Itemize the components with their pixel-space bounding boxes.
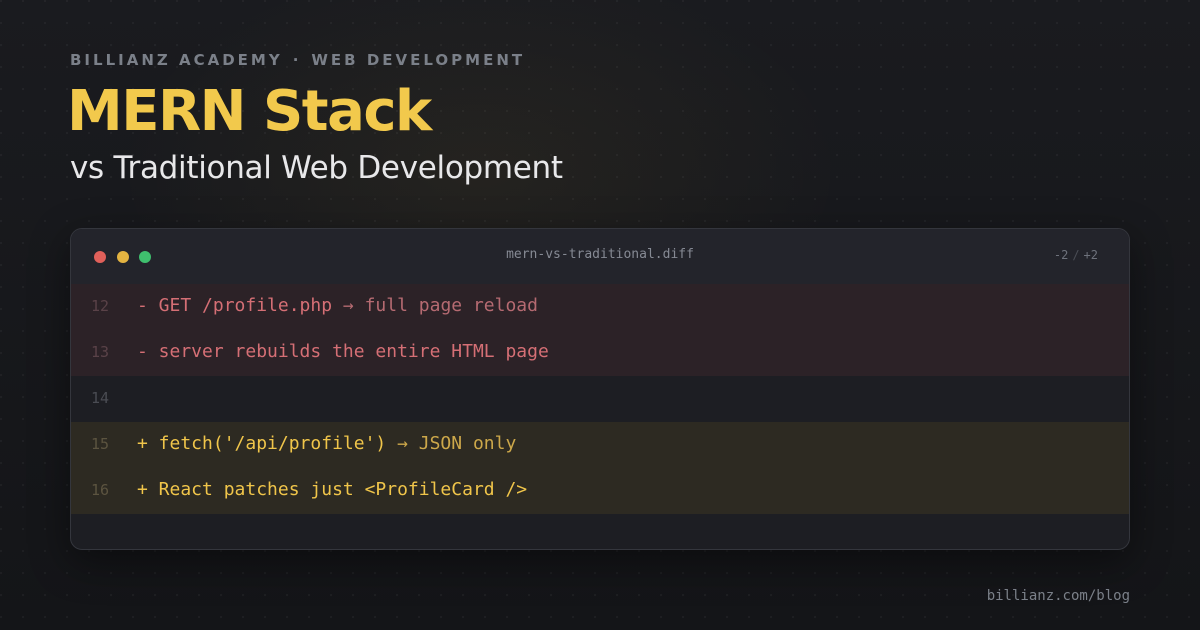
- eyebrow: BILLIANZ ACADEMY · WEB DEVELOPMENT: [70, 51, 525, 69]
- line-annotation: → full page reload: [332, 295, 538, 316]
- line-code: - GET /profile.php → full page reload: [137, 295, 538, 316]
- code-window: mern-vs-traditional.diff -2/+2 12 - GET …: [70, 228, 1130, 550]
- line-number: 14: [91, 389, 110, 407]
- line-code: - server rebuilds the entire HTML page: [137, 341, 549, 362]
- line-number: 16: [91, 481, 110, 499]
- diff-stat: -2/+2: [1054, 248, 1098, 262]
- diff-line-context: 14: [71, 376, 1129, 422]
- eyebrow-category: WEB DEVELOPMENT: [311, 51, 526, 69]
- diff-stat-separator: /: [1072, 248, 1080, 262]
- diff-line-removed: 13 - server rebuilds the entire HTML pag…: [71, 330, 1129, 376]
- eyebrow-separator: ·: [292, 51, 302, 69]
- diff-line-removed: 12 - GET /profile.php → full page reload: [71, 284, 1129, 330]
- line-number: 12: [91, 297, 110, 315]
- eyebrow-brand: BILLIANZ ACADEMY: [70, 51, 283, 69]
- line-annotation: → JSON only: [386, 433, 517, 454]
- line-code-text: + React patches just <ProfileCard />: [137, 479, 528, 500]
- blog-link[interactable]: billianz.com/blog: [987, 588, 1130, 604]
- window-titlebar: mern-vs-traditional.diff -2/+2: [71, 229, 1129, 284]
- diff-line-added: 16 + React patches just <ProfileCard />: [71, 468, 1129, 514]
- diff-stat-removed: -2: [1053, 248, 1069, 262]
- file-name: mern-vs-traditional.diff: [506, 247, 694, 262]
- line-number: 13: [91, 343, 110, 361]
- line-code: + fetch('/api/profile') → JSON only: [137, 433, 516, 454]
- line-code-text: - server rebuilds the entire HTML page: [137, 341, 549, 362]
- page-title: MERN Stack: [67, 79, 432, 144]
- line-code-text: - GET /profile.php: [137, 295, 333, 316]
- diff-line-added: 15 + fetch('/api/profile') → JSON only: [71, 422, 1129, 468]
- line-number: 15: [91, 435, 110, 453]
- line-code-text: + fetch('/api/profile'): [137, 433, 387, 454]
- page-subtitle: vs Traditional Web Development: [70, 150, 563, 186]
- diff-stat-added: +2: [1083, 248, 1098, 262]
- line-code: + React patches just <ProfileCard />: [137, 479, 527, 500]
